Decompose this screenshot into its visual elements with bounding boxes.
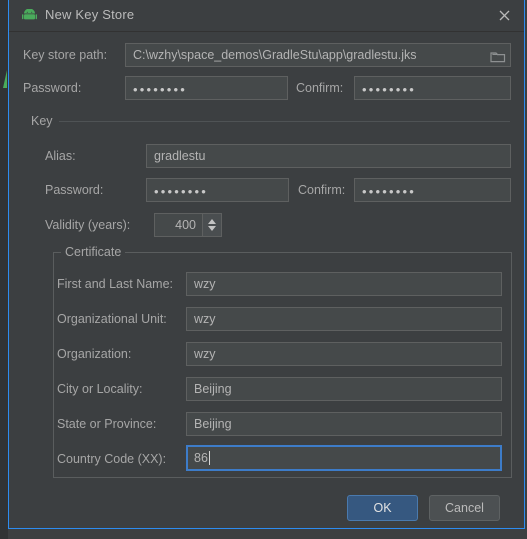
certificate-state-province-label: State or Province: <box>57 417 157 431</box>
certificate-first-last-name-label: First and Last Name: <box>57 277 174 291</box>
certificate-group-label: Certificate <box>61 245 126 259</box>
key-password-input[interactable]: •••••••• <box>146 178 289 202</box>
key-store-path-label: Key store path: <box>23 48 108 62</box>
key-group-label: Key <box>31 114 59 128</box>
key-confirm-label: Confirm: <box>298 183 346 197</box>
certificate-city-locality-label: City or Locality: <box>57 382 143 396</box>
certificate-organization-input[interactable]: wzy <box>186 342 502 366</box>
key-confirm-input[interactable]: •••••••• <box>354 178 511 202</box>
key-store-password-label: Password: <box>23 81 82 95</box>
key-password-label: Password: <box>45 183 104 197</box>
close-icon[interactable] <box>484 0 524 30</box>
key-store-password-input[interactable]: •••••••• <box>125 76 288 100</box>
key-store-path-value: C:\wzhy\space_demos\GradleStu\app\gradle… <box>133 48 417 62</box>
certificate-first-last-name-input[interactable]: wzy <box>186 272 502 296</box>
dialog-title: New Key Store <box>45 7 135 22</box>
key-alias-input[interactable]: gradlestu <box>146 144 511 168</box>
certificate-country-code-value: 86 <box>194 451 208 465</box>
key-store-path-input[interactable]: C:\wzhy\space_demos\GradleStu\app\gradle… <box>125 43 511 67</box>
certificate-city-locality-input[interactable]: Beijing <box>186 377 502 401</box>
chevron-up-icon[interactable] <box>208 219 216 224</box>
key-validity-label: Validity (years): <box>45 218 131 232</box>
folder-icon[interactable] <box>490 49 506 63</box>
certificate-country-code-input[interactable]: 86 <box>186 445 502 471</box>
dialog-titlebar: New Key Store <box>9 0 524 32</box>
key-validity-value: 400 <box>175 218 196 232</box>
android-icon <box>22 8 37 22</box>
text-caret <box>208 451 210 465</box>
key-store-confirm-label: Confirm: <box>296 81 344 95</box>
cancel-button[interactable]: Cancel <box>429 495 500 521</box>
certificate-country-code-label: Country Code (XX): <box>57 452 167 466</box>
ok-button[interactable]: OK <box>347 495 418 521</box>
key-validity-stepper[interactable]: 400 <box>154 213 222 237</box>
certificate-organizational-unit-label: Organizational Unit: <box>57 312 167 326</box>
key-store-confirm-input[interactable]: •••••••• <box>354 76 511 100</box>
certificate-organization-label: Organization: <box>57 347 132 361</box>
chevron-down-icon[interactable] <box>208 226 216 231</box>
new-key-store-dialog: New Key Store Key store path: C:\wzhy\sp… <box>8 0 525 529</box>
key-group-divider <box>57 121 510 122</box>
certificate-state-province-input[interactable]: Beijing <box>186 412 502 436</box>
certificate-organizational-unit-input[interactable]: wzy <box>186 307 502 331</box>
key-alias-label: Alias: <box>45 149 76 163</box>
validity-spinner-buttons[interactable] <box>202 214 221 236</box>
